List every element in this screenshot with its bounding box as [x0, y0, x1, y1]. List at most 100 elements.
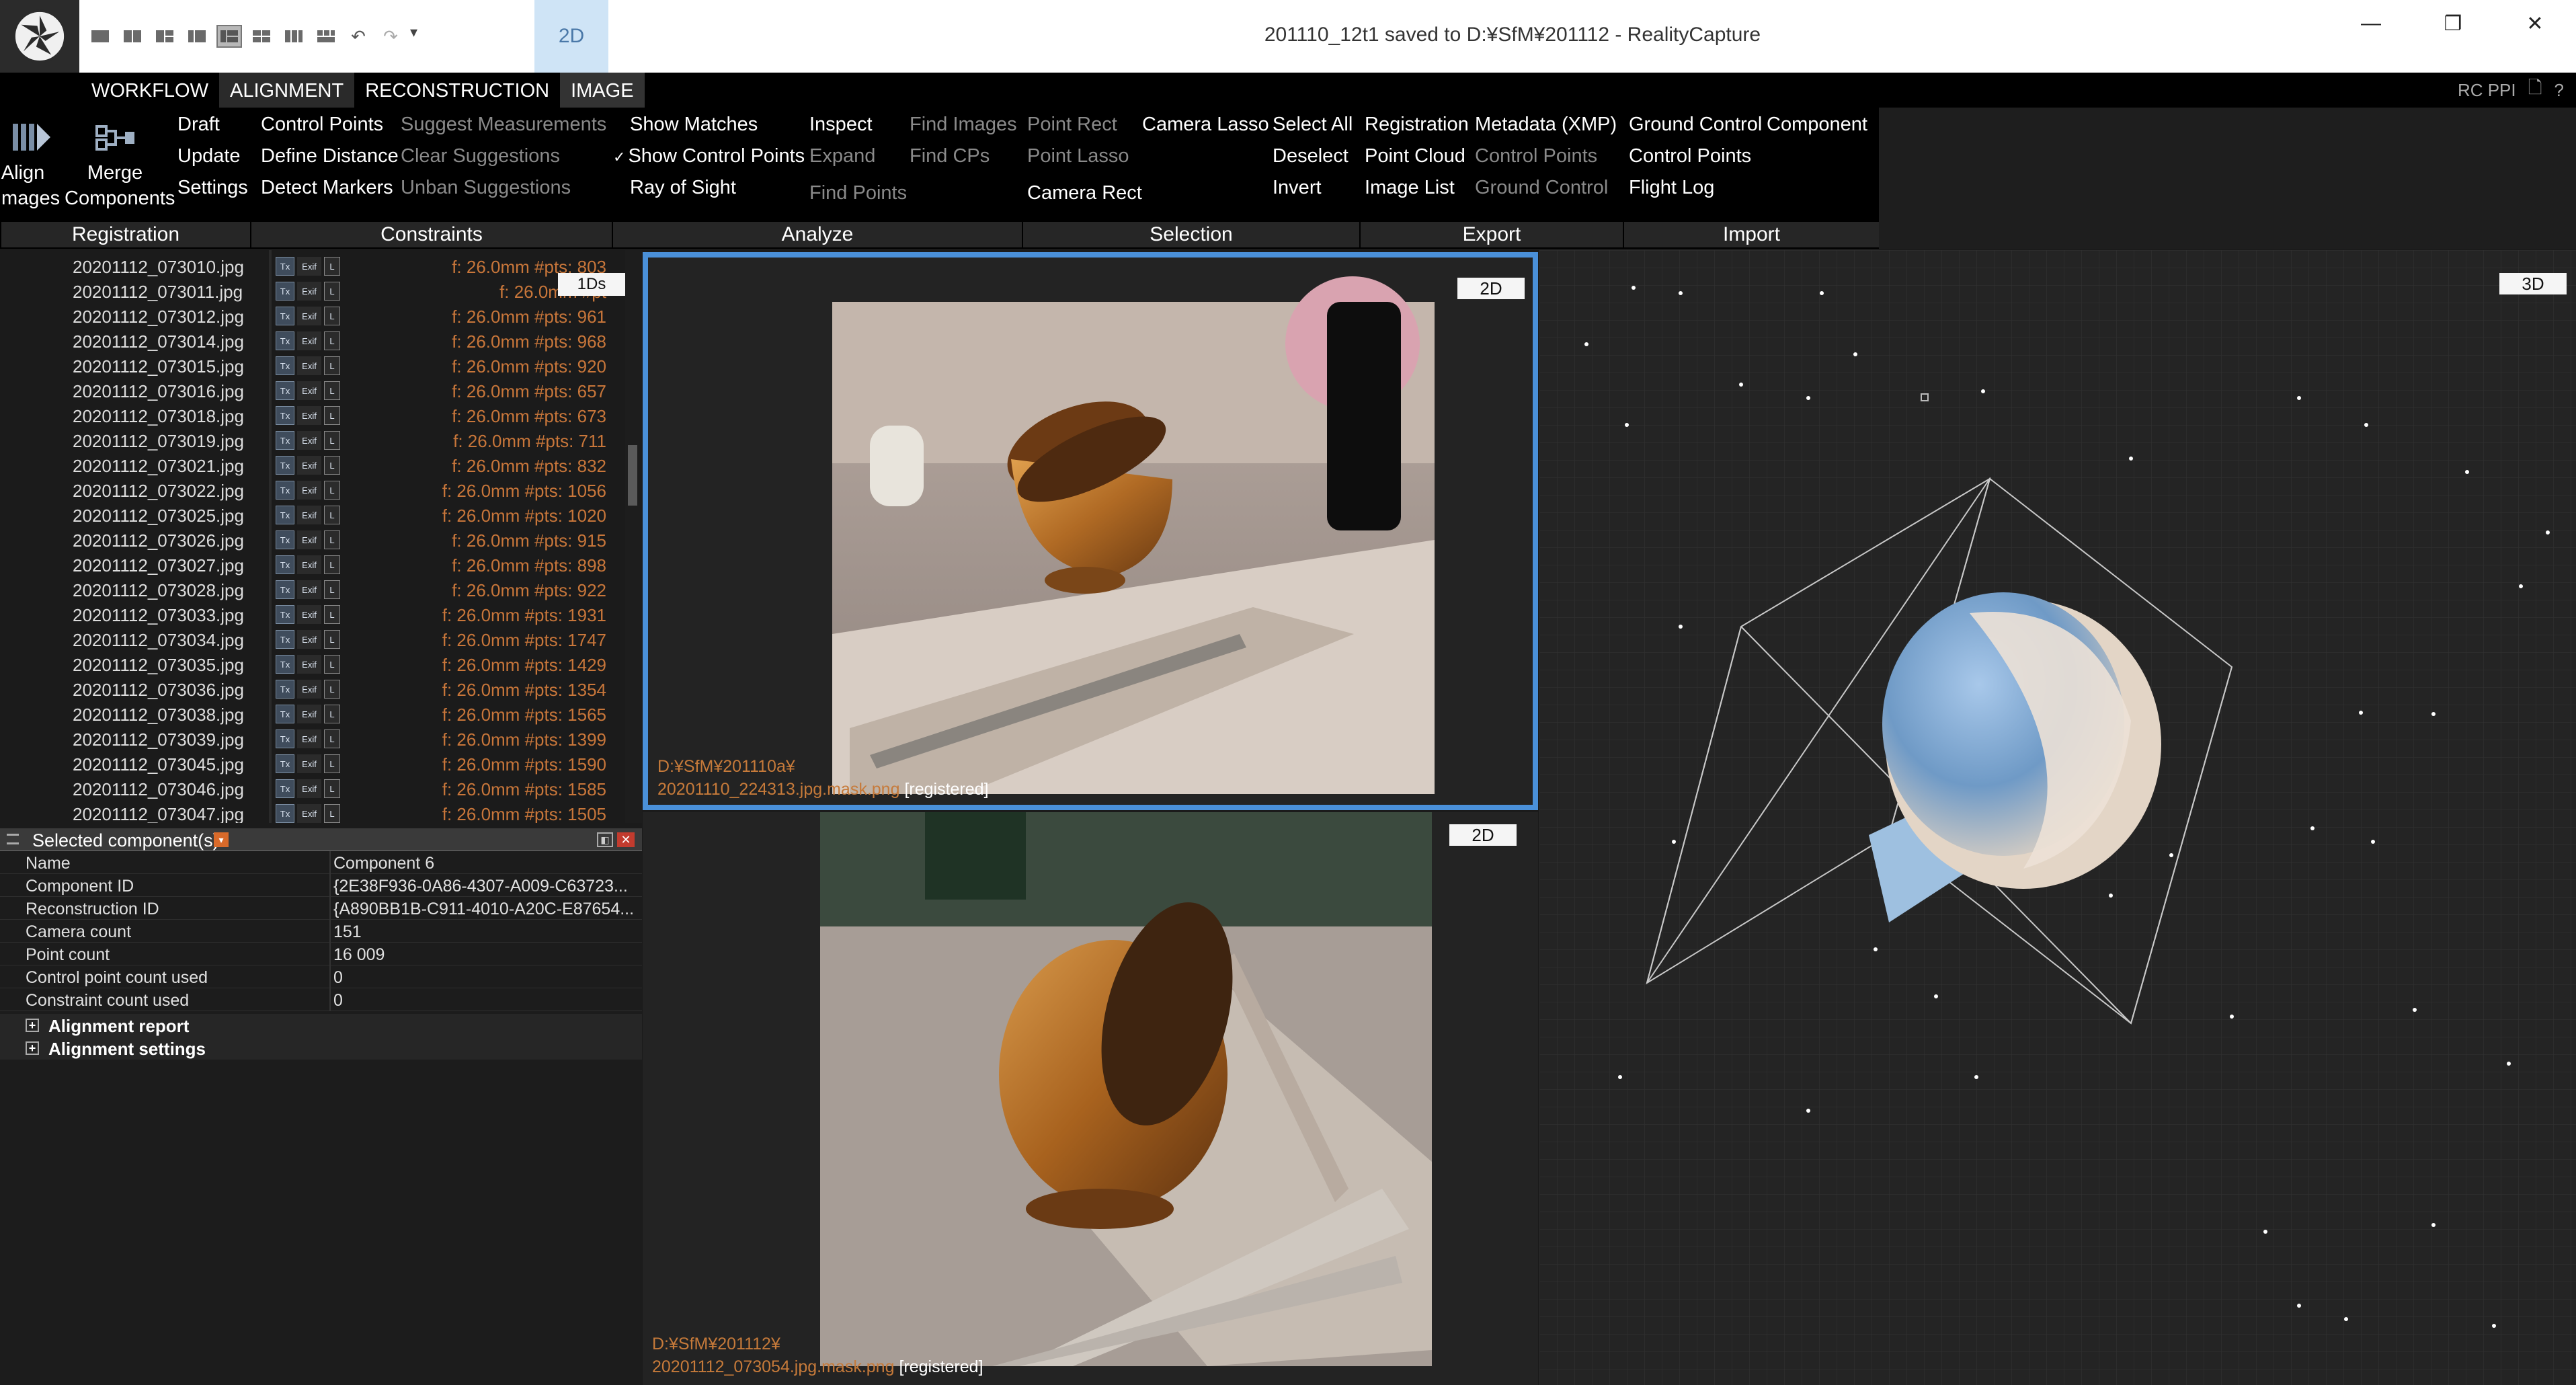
find-images-button[interactable]: Find Images [910, 113, 1017, 136]
texture-flag-icon[interactable]: Tx [276, 431, 294, 450]
exif-flag-icon[interactable]: Exif [297, 307, 321, 325]
image-list-row[interactable]: 20201112_073045.jpg Tx Exif Lf: 26.0mm #pts… [0, 752, 625, 777]
image-list-row[interactable]: 20201112_073015.jpg Tx Exif Lf: 26.0mm #pts… [0, 354, 625, 379]
2d-viewport-bottom[interactable]: 2D D:¥SfM¥201112¥ 20201112_073054.jpg.ma… [643, 812, 1538, 1385]
image-list-row[interactable]: 20201112_073026.jpg Tx Exif Lf: 26.0mm #pts… [0, 528, 625, 553]
texture-flag-icon[interactable]: Tx [276, 680, 294, 699]
find-points-button[interactable]: Find Points [809, 182, 907, 204]
image-list-row[interactable]: 20201112_073047.jpg Tx Exif Lf: 26.0mm #pts… [0, 801, 625, 823]
lock-flag-icon[interactable]: L [324, 655, 340, 674]
property-row[interactable]: Component ID {2E38F936-0A86-4307-A009-C63… [0, 874, 642, 897]
property-row[interactable]: Point count 16 009 [0, 943, 642, 965]
image-list-row[interactable]: 20201112_073012.jpg Tx Exif Lf: 26.0mm #pts… [0, 304, 625, 329]
layout-7-icon[interactable] [282, 26, 305, 46]
import-component-button[interactable]: Component [1767, 113, 1867, 136]
help-icon[interactable]: ? [2554, 80, 2564, 101]
layout-3-icon[interactable] [153, 26, 176, 46]
image-list-row[interactable]: 20201112_073036.jpg Tx Exif Lf: 26.0mm #pts… [0, 677, 625, 702]
exif-flag-icon[interactable]: Exif [297, 754, 321, 773]
image-list-row[interactable]: 20201112_073038.jpg Tx Exif Lf: 26.0mm #pts… [0, 702, 625, 727]
texture-flag-icon[interactable]: Tx [276, 804, 294, 823]
tab-reconstruction[interactable]: RECONSTRUCTION [354, 73, 560, 108]
2d-viewport-top[interactable]: 2D D:¥SfM¥201110a¥ 20201110_224313.jpg.m… [643, 252, 1538, 810]
texture-flag-icon[interactable]: Tx [276, 406, 294, 425]
texture-flag-icon[interactable]: Tx [276, 630, 294, 649]
exif-flag-icon[interactable]: Exif [297, 555, 321, 574]
control-points-button[interactable]: Control Points [261, 113, 383, 136]
exif-flag-icon[interactable]: Exif [297, 605, 321, 624]
image-list-row[interactable]: 20201112_073016.jpg Tx Exif Lf: 26.0mm #pts… [0, 379, 625, 403]
lock-flag-icon[interactable]: L [324, 605, 340, 624]
update-button[interactable]: Update [177, 145, 241, 167]
texture-flag-icon[interactable]: Tx [276, 356, 294, 375]
texture-flag-icon[interactable]: Tx [276, 605, 294, 624]
viewport-mode-label[interactable]: 3D [2499, 273, 2567, 294]
redo-icon[interactable]: ↷ [379, 26, 402, 46]
close-panel-icon[interactable]: ✕ [617, 832, 635, 847]
lock-flag-icon[interactable]: L [324, 555, 340, 574]
draft-button[interactable]: Draft [177, 113, 220, 136]
viewport-mode-label[interactable]: 2D [1457, 278, 1525, 299]
image-list-row[interactable]: 20201112_073019.jpg Tx Exif Lf: 26.0mm #pts… [0, 428, 625, 453]
deselect-button[interactable]: Deselect [1273, 145, 1349, 167]
texture-flag-icon[interactable]: Tx [276, 506, 294, 524]
point-lasso-button[interactable]: Point Lasso [1027, 145, 1129, 167]
exif-flag-icon[interactable]: Exif [297, 729, 321, 748]
close-button[interactable]: ✕ [2494, 0, 2576, 47]
exif-flag-icon[interactable]: Exif [297, 282, 321, 301]
export-point-cloud-button[interactable]: Point Cloud [1365, 145, 1465, 167]
exif-flag-icon[interactable]: Exif [297, 655, 321, 674]
lock-flag-icon[interactable]: L [324, 804, 340, 823]
lock-flag-icon[interactable]: L [324, 406, 340, 425]
collapse-icon[interactable] [7, 834, 19, 844]
exif-flag-icon[interactable]: Exif [297, 456, 321, 475]
image-list-row[interactable]: 20201112_073011.jpg Tx Exif Lf: 26.0mm #pt [0, 279, 625, 304]
image-list-row[interactable]: 20201112_073039.jpg Tx Exif Lf: 26.0mm #pts… [0, 727, 625, 752]
minimize-button[interactable]: — [2330, 0, 2412, 47]
image-list-row[interactable]: 20201112_073034.jpg Tx Exif Lf: 26.0mm #pts… [0, 627, 625, 652]
image-list-row[interactable]: 20201112_073010.jpg Tx Exif Lf: 26.0mm #pts… [0, 254, 625, 279]
filter-icon[interactable]: ▾ [214, 832, 229, 847]
exif-flag-icon[interactable]: Exif [297, 356, 321, 375]
expand-button[interactable]: Expand [809, 145, 875, 167]
texture-flag-icon[interactable]: Tx [276, 779, 294, 798]
exif-flag-icon[interactable]: Exif [297, 381, 321, 400]
exif-flag-icon[interactable]: Exif [297, 580, 321, 599]
section-alignment-settings[interactable]: + Alignment settings [0, 1037, 642, 1060]
ray-of-sight-button[interactable]: Ray of Sight [630, 176, 736, 199]
texture-flag-icon[interactable]: Tx [276, 705, 294, 723]
viewport-mode-label[interactable]: 2D [1449, 824, 1517, 846]
3d-viewport[interactable]: 3D [1539, 250, 2576, 1385]
image-list-row[interactable]: 20201112_073025.jpg Tx Exif Lf: 26.0mm #pts… [0, 503, 625, 528]
quick-access-dropdown-icon[interactable]: ▾ [410, 19, 430, 46]
exif-flag-icon[interactable]: Exif [297, 257, 321, 276]
image-list-row[interactable]: 20201112_073022.jpg Tx Exif Lf: 26.0mm #pts… [0, 478, 625, 503]
rc-ppi-label[interactable]: RC PPI [2458, 80, 2516, 101]
point-rect-button[interactable]: Point Rect [1027, 113, 1117, 136]
select-all-button[interactable]: Select All [1273, 113, 1353, 136]
lock-flag-icon[interactable]: L [324, 729, 340, 748]
scrollbar-thumb[interactable] [628, 445, 637, 506]
lock-flag-icon[interactable]: L [324, 530, 340, 549]
lock-flag-icon[interactable]: L [324, 356, 340, 375]
layout-4-icon[interactable] [186, 26, 208, 46]
layout-5-icon[interactable] [216, 25, 242, 48]
lock-flag-icon[interactable]: L [324, 481, 340, 500]
texture-flag-icon[interactable]: Tx [276, 729, 294, 748]
property-row[interactable]: Name Component 6 [0, 851, 642, 874]
lock-flag-icon[interactable]: L [324, 381, 340, 400]
export-metadata-xmp-button[interactable]: Metadata (XMP) [1475, 113, 1617, 136]
texture-flag-icon[interactable]: Tx [276, 456, 294, 475]
camera-rect-button[interactable]: Camera Rect [1027, 182, 1142, 204]
view-mode-2d-tab[interactable]: 2D [534, 0, 608, 73]
property-row[interactable]: Control point count used 0 [0, 965, 642, 988]
exif-flag-icon[interactable]: Exif [297, 680, 321, 699]
texture-flag-icon[interactable]: Tx [276, 257, 294, 276]
exif-flag-icon[interactable]: Exif [297, 406, 321, 425]
export-image-list-button[interactable]: Image List [1365, 176, 1455, 199]
exif-flag-icon[interactable]: Exif [297, 530, 321, 549]
texture-flag-icon[interactable]: Tx [276, 655, 294, 674]
export-control-points-button[interactable]: Control Points [1475, 145, 1597, 167]
texture-flag-icon[interactable]: Tx [276, 530, 294, 549]
image-list-row[interactable]: 20201112_073035.jpg Tx Exif Lf: 26.0mm #pts… [0, 652, 625, 677]
